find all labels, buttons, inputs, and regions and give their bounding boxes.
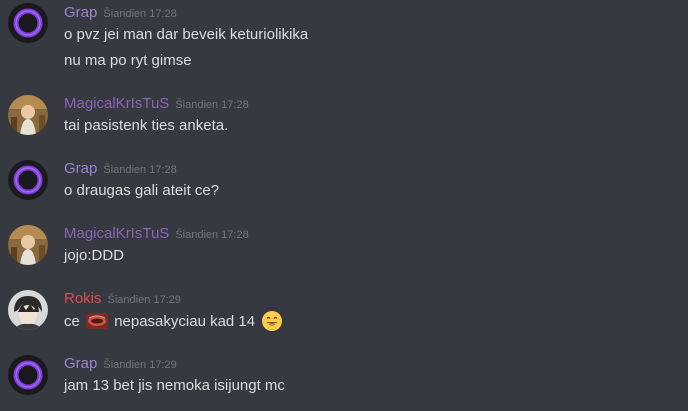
purple-ring-avatar[interactable] (8, 160, 48, 200)
message-text: o pvz jei man dar beveik keturiolikika (64, 26, 309, 43)
message-text: ce nepasakyciau kad 14 (64, 310, 285, 332)
username[interactable]: Rokis (64, 290, 102, 307)
message-header: Grap Šiandien 17:28 (64, 159, 177, 179)
message-header: MagicalKrIsTuS Šiandien 17:28 (64, 94, 249, 114)
purple-ring-avatar[interactable] (8, 3, 48, 43)
message-text: jojo:DDD (64, 247, 125, 264)
photo-avatar[interactable] (8, 95, 48, 135)
username[interactable]: Grap (64, 160, 97, 177)
timestamp: Šiandien 17:29 (103, 359, 177, 371)
message-text: nu ma po ryt gimse (64, 52, 192, 69)
message-text-segment: nepasakyciau kad 14 (114, 313, 256, 330)
username[interactable]: Grap (64, 355, 97, 372)
timestamp: Šiandien 17:28 (103, 8, 177, 20)
custom-emoji-image[interactable] (86, 310, 109, 332)
message-header: MagicalKrIsTuS Šiandien 17:28 (64, 224, 249, 244)
timestamp: Šiandien 17:28 (175, 99, 249, 111)
timestamp: Šiandien 17:28 (175, 229, 249, 241)
message-header: Rokis Šiandien 17:29 (64, 289, 181, 309)
username[interactable]: MagicalKrIsTuS (64, 225, 169, 242)
chat-messages: Grap Šiandien 17:28 o pvz jei man dar bev… (0, 0, 688, 411)
timestamp: Šiandien 17:29 (107, 294, 181, 306)
message-header: Grap Šiandien 17:28 (64, 3, 177, 23)
username[interactable]: MagicalKrIsTuS (64, 95, 169, 112)
message-text: jam 13 bet jis nemoka isijungt mc (64, 377, 285, 394)
photo-avatar[interactable] (8, 225, 48, 265)
message-text-segment: ce (64, 313, 80, 330)
message-text: tai pasistenk ties anketa. (64, 117, 229, 134)
purple-ring-avatar[interactable] (8, 355, 48, 395)
anime-avatar[interactable] (8, 290, 48, 330)
username[interactable]: Grap (64, 4, 97, 21)
timestamp: Šiandien 17:28 (103, 164, 177, 176)
message-header: Grap Šiandien 17:29 (64, 354, 177, 374)
grinning-face-emoji-icon[interactable] (261, 310, 283, 332)
message-text: o draugas gali ateit ce? (64, 182, 220, 199)
